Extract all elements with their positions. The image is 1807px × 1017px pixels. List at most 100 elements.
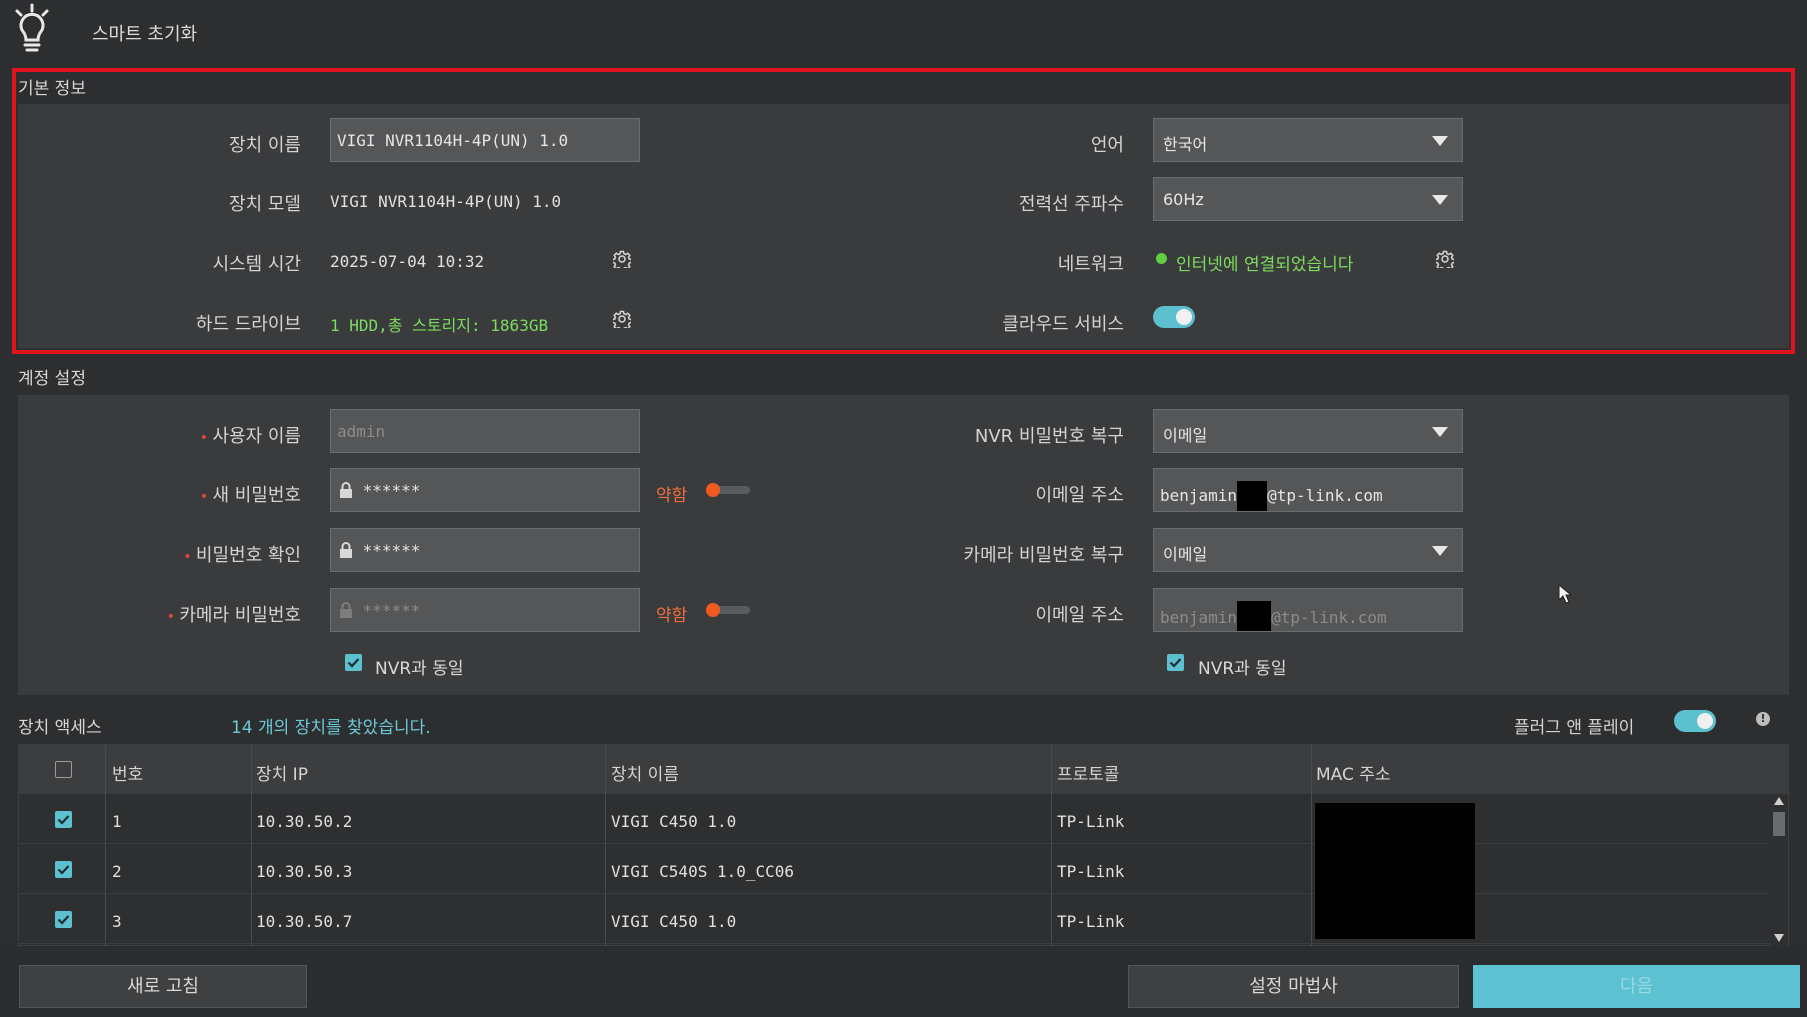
toggle-knob	[1176, 309, 1192, 325]
device-name-label: 장치 이름	[229, 135, 301, 156]
account-title: 계정 설정	[18, 369, 86, 389]
camera-password-input[interactable]: ******	[330, 588, 640, 632]
chevron-down-icon	[1432, 427, 1448, 437]
app-title: 스마트 초기화	[92, 24, 198, 45]
chevron-down-icon	[1432, 195, 1448, 205]
col-ip: 장치 IP	[256, 765, 308, 785]
email-input[interactable]: benjamin @tp-link.com	[1153, 468, 1463, 512]
camera-recovery-select[interactable]: 이메일	[1153, 528, 1463, 572]
next-button[interactable]: 다음	[1473, 965, 1800, 1008]
row-device-name: VIGI C450 1.0	[611, 812, 737, 831]
network-gear-icon[interactable]	[1434, 250, 1456, 272]
email-prefix: benjamin	[1160, 486, 1238, 505]
nvr-recovery-value: 이메일	[1163, 426, 1208, 445]
redacted-block	[1237, 601, 1272, 631]
devices-found-text: 14 개의 장치를 찾았습니다.	[231, 718, 431, 738]
row-number: 3	[112, 912, 122, 931]
row-checkbox[interactable]	[55, 811, 72, 828]
username-input[interactable]: admin	[330, 409, 640, 453]
toggle-knob	[1697, 713, 1713, 729]
lock-icon	[340, 602, 352, 618]
camera-password-label: • 카메라 비밀번호	[166, 605, 301, 626]
confirm-password-label: • 비밀번호 확인	[183, 545, 301, 566]
new-password-strength: 약함	[656, 486, 688, 506]
confirm-password-input[interactable]: ******	[330, 528, 640, 572]
new-password-label: • 새 비밀번호	[199, 485, 301, 506]
nvr-same-label: NVR과 동일	[375, 659, 464, 679]
info-icon[interactable]: !	[1756, 712, 1770, 726]
col-protocol: 프로토콜	[1057, 765, 1120, 785]
camera-recovery-label: 카메라 비밀번호 복구	[963, 545, 1124, 566]
language-value: 한국어	[1163, 135, 1208, 154]
col-device-name: 장치 이름	[611, 765, 679, 785]
row-ip: 10.30.50.2	[256, 812, 353, 831]
mouse-cursor-icon	[1558, 583, 1573, 604]
row-checkbox[interactable]	[55, 911, 72, 928]
camera-email-prefix: benjamin	[1160, 608, 1238, 627]
camera-nvr-same-label: NVR과 동일	[1198, 659, 1287, 679]
network-status: 인터넷에 연결되었습니다	[1176, 255, 1354, 275]
row-ip: 10.30.50.7	[256, 912, 353, 931]
new-password-value: ******	[362, 481, 421, 500]
power-freq-select[interactable]: 60Hz	[1153, 177, 1463, 221]
camera-email-input[interactable]: benjamin @tp-link.com	[1153, 588, 1463, 632]
device-name-input[interactable]: VIGI NVR1104H-4P(UN) 1.0	[330, 118, 640, 162]
row-device-name: VIGI C540S 1.0_CC06	[611, 862, 795, 881]
new-password-input[interactable]: ******	[330, 468, 640, 512]
hdd-label: 하드 드라이브	[195, 314, 301, 335]
scroll-up-icon[interactable]	[1774, 797, 1784, 805]
chevron-down-icon	[1432, 546, 1448, 556]
chevron-down-icon	[1432, 136, 1448, 146]
row-protocol: TP-Link	[1057, 812, 1125, 831]
row-number: 1	[112, 812, 122, 831]
power-freq-value: 60Hz	[1163, 190, 1204, 209]
nvr-recovery-select[interactable]: 이메일	[1153, 409, 1463, 453]
table-scrollbar[interactable]	[1771, 794, 1787, 946]
col-number: 번호	[112, 765, 144, 785]
scroll-down-icon[interactable]	[1774, 934, 1784, 942]
nvr-same-checkbox[interactable]	[345, 654, 362, 671]
row-protocol: TP-Link	[1057, 912, 1125, 931]
redacted-block	[1237, 481, 1268, 511]
status-dot-icon	[1156, 253, 1167, 264]
refresh-button[interactable]: 새로 고침	[19, 965, 307, 1008]
hdd-value: 1 HDD,총 스토리지: 1863GB	[330, 316, 549, 335]
camera-password-value: ******	[362, 601, 421, 620]
plug-play-toggle[interactable]	[1674, 710, 1716, 732]
setup-wizard-button[interactable]: 설정 마법사	[1128, 965, 1459, 1008]
lock-icon	[340, 482, 352, 498]
row-protocol: TP-Link	[1057, 862, 1125, 881]
select-all-checkbox[interactable]	[55, 761, 72, 778]
lock-icon	[340, 542, 352, 558]
device-model-value: VIGI NVR1104H-4P(UN) 1.0	[330, 192, 562, 211]
hdd-gear-icon[interactable]	[611, 310, 633, 332]
plug-play-label: 플러그 앤 플레이	[1514, 718, 1635, 738]
access-title: 장치 액세스	[18, 718, 102, 738]
email-suffix: @tp-link.com	[1267, 486, 1383, 505]
cloud-toggle[interactable]	[1153, 306, 1195, 328]
language-label: 언어	[1090, 135, 1124, 156]
device-model-label: 장치 모델	[229, 194, 301, 215]
network-label: 네트워크	[1057, 254, 1124, 275]
language-select[interactable]: 한국어	[1153, 118, 1463, 162]
device-table: 번호 장치 IP 장치 이름 프로토콜 MAC 주소 1 10.30.50.2 …	[18, 744, 1789, 946]
system-time-value: 2025-07-04 10:32	[330, 252, 485, 271]
system-time-gear-icon[interactable]	[611, 250, 633, 272]
top-bar	[0, 0, 1807, 62]
scroll-thumb[interactable]	[1773, 812, 1785, 836]
nvr-recovery-label: NVR 비밀번호 복구	[974, 426, 1124, 447]
new-password-strength-bar	[706, 483, 750, 497]
row-number: 2	[112, 862, 122, 881]
row-ip: 10.30.50.3	[256, 862, 353, 881]
email-label: 이메일 주소	[1035, 485, 1124, 506]
row-checkbox[interactable]	[55, 861, 72, 878]
col-mac: MAC 주소	[1316, 765, 1391, 785]
camera-email-label: 이메일 주소	[1035, 605, 1124, 626]
confirm-password-value: ******	[362, 541, 421, 560]
lightbulb-icon	[10, 2, 56, 56]
camera-recovery-value: 이메일	[1163, 545, 1208, 564]
power-freq-label: 전력선 주파수	[1018, 194, 1124, 215]
camera-nvr-same-checkbox[interactable]	[1167, 654, 1184, 671]
row-device-name: VIGI C450 1.0	[611, 912, 737, 931]
system-time-label: 시스템 시간	[212, 254, 301, 275]
